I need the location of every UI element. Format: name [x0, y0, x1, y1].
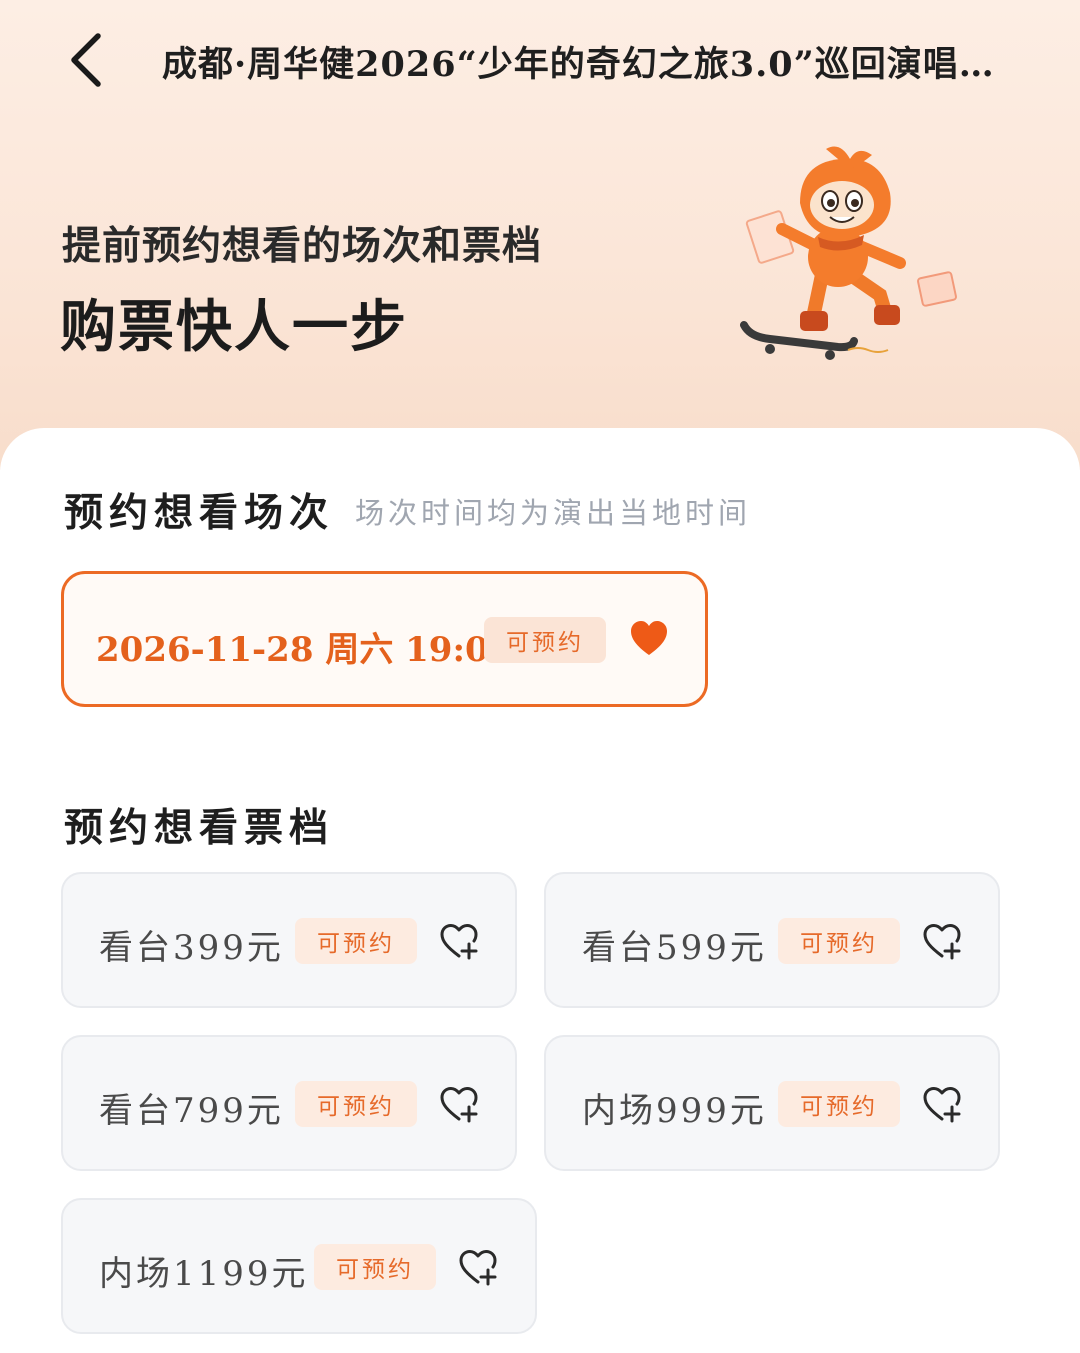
tier-option-599[interactable]: 看台599元 可预约 — [544, 872, 1000, 1008]
status-badge: 可预约 — [314, 1244, 436, 1290]
heart-add-icon[interactable] — [922, 922, 962, 962]
session-section-hint: 场次时间均为演出当地时间 — [355, 496, 752, 530]
page-title: 成都·周华健2026“少年的奇幻之旅3.0”巡回演唱… — [162, 44, 995, 85]
session-section-title: 预约想看场次 — [64, 490, 335, 536]
tier-label: 看台799元 — [99, 1091, 284, 1131]
back-button[interactable] — [58, 28, 114, 92]
promo-subtitle: 提前预约想看的场次和票档 — [62, 224, 543, 269]
heart-filled-icon[interactable] — [629, 619, 669, 659]
tier-label: 内场999元 — [582, 1091, 767, 1131]
top-bar: 成都·周华健2026“少年的奇幻之旅3.0”巡回演唱… — [0, 0, 1080, 120]
tier-option-999[interactable]: 内场999元 可预约 — [544, 1035, 1000, 1171]
heart-add-icon[interactable] — [439, 922, 479, 962]
status-badge: 可预约 — [778, 1081, 900, 1127]
heart-add-icon[interactable] — [439, 1085, 479, 1125]
heart-add-icon[interactable] — [458, 1248, 498, 1288]
session-option[interactable]: 2026-11-28 周六 19:00 可预约 — [61, 571, 708, 707]
status-badge: 可预约 — [295, 918, 417, 964]
chevron-left-icon — [71, 33, 101, 87]
status-badge: 可预约 — [484, 617, 606, 663]
heart-add-icon[interactable] — [922, 1085, 962, 1125]
status-badge: 可预约 — [295, 1081, 417, 1127]
tier-label: 看台599元 — [582, 928, 767, 968]
session-datetime: 2026-11-28 周六 19:00 — [96, 630, 513, 670]
skateboard-mascot-illustration — [740, 146, 957, 360]
tier-option-399[interactable]: 看台399元 可预约 — [61, 872, 517, 1008]
tier-option-799[interactable]: 看台799元 可预约 — [61, 1035, 517, 1171]
tier-section-title: 预约想看票档 — [64, 805, 335, 851]
status-badge: 可预约 — [778, 918, 900, 964]
tier-label: 内场1199元 — [99, 1254, 309, 1294]
ticket-paper-right — [917, 271, 957, 307]
promo-headline: 购票快人一步 — [60, 295, 408, 360]
tier-option-1199[interactable]: 内场1199元 可预约 — [61, 1198, 537, 1334]
tier-label: 看台399元 — [99, 928, 284, 968]
